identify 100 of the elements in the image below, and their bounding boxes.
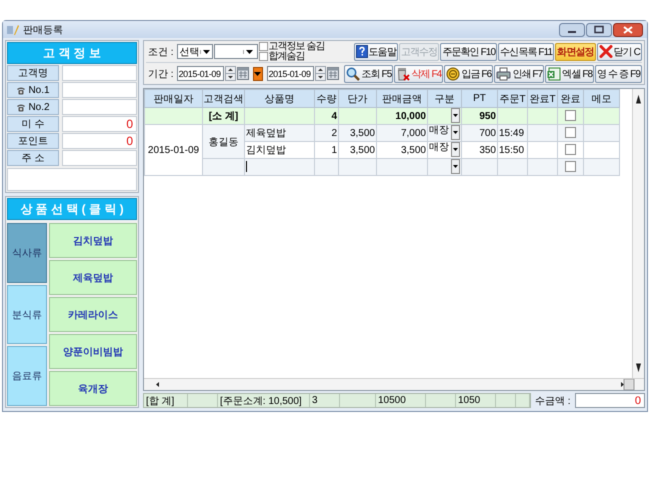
field-label: No.2 — [7, 99, 59, 115]
column-header: 상품명 — [244, 90, 314, 108]
table-cell: 15:49 — [498, 124, 528, 142]
toolbar-button[interactable]: 입금 F6 — [444, 64, 494, 82]
calendar-icon[interactable] — [326, 67, 339, 80]
table-cell: 15:50 — [498, 142, 528, 158]
input-field[interactable] — [62, 99, 137, 115]
product-button[interactable]: 양푼이비빔밥 — [49, 334, 137, 369]
table-cell: 4 — [314, 108, 338, 124]
field-label: 포인트 — [7, 133, 59, 149]
checkbox[interactable] — [258, 42, 268, 51]
product-button[interactable]: 제육덮밥 — [49, 260, 137, 295]
checkbox[interactable] — [258, 52, 268, 61]
table-cell: 2015-01-09 — [144, 124, 202, 176]
memo-field[interactable] — [7, 168, 137, 191]
product-button[interactable]: 카레라이스 — [49, 297, 137, 332]
category-tab[interactable]: 분식류 — [7, 284, 47, 344]
window-title: 판매등록 — [23, 24, 63, 36]
table-cell: 950 — [462, 108, 498, 124]
input-field[interactable] — [62, 150, 137, 166]
period-label: 기간 : — [148, 68, 174, 80]
section-header: 상 품 선 택 ( 클 릭 ) — [7, 198, 137, 220]
column-header: 완료 — [558, 90, 584, 108]
maximize-button[interactable] — [586, 22, 612, 36]
toolbar-button[interactable]: 엑셀 F8 — [545, 64, 594, 82]
input-field[interactable]: 0 — [62, 133, 137, 149]
field-label: 고객명 — [7, 65, 59, 81]
dropdown-button[interactable] — [451, 108, 460, 123]
close-icon — [598, 45, 613, 58]
toolbar-button[interactable]: 삭제 F4 — [394, 64, 444, 82]
checkbox[interactable] — [565, 110, 576, 122]
text-cursor — [246, 161, 247, 172]
trash-icon — [396, 66, 410, 80]
dropdown-button[interactable] — [252, 66, 263, 80]
checkbox[interactable] — [565, 144, 576, 156]
spin-buttons[interactable] — [314, 66, 326, 81]
phone-icon — [16, 86, 26, 94]
input-field[interactable] — [62, 82, 137, 98]
field-label: 주 소 — [7, 150, 59, 166]
phone-icon — [16, 102, 26, 112]
toolbar-button[interactable]: 주문확인 F10 — [440, 42, 498, 60]
toolbar-button[interactable]: 도움말 — [354, 42, 398, 60]
printer-icon — [496, 66, 512, 80]
checkbox-label: 합계숨김 — [268, 52, 305, 62]
calendar-icon[interactable] — [236, 67, 249, 80]
column-header: 메모 — [584, 90, 620, 108]
table-cell: [소 계] — [202, 108, 244, 124]
column-header: 고객검색 — [202, 90, 244, 108]
table-cell: 1 — [314, 142, 338, 158]
column-header: 단가 — [338, 90, 376, 108]
toolbar-button[interactable]: 영 수 증 F9 — [595, 64, 642, 82]
table-cell: 7,000 — [376, 124, 428, 142]
column-header: 주문T — [498, 90, 528, 108]
checkbox[interactable] — [565, 127, 576, 138]
table-cell: 홍길동 — [202, 124, 244, 158]
product-button[interactable]: 육개장 — [49, 371, 137, 406]
total-cell: 1050 — [458, 395, 480, 406]
coin-icon — [446, 66, 460, 80]
condition-label: 조건 : — [148, 46, 174, 58]
column-header: 판매금액 — [376, 90, 428, 108]
table-cell: 3,500 — [376, 142, 428, 158]
search-select[interactable] — [214, 44, 258, 59]
caret-icon — [200, 50, 212, 54]
product-button[interactable]: 김치덮밥 — [49, 223, 137, 258]
field-label: No.1 — [7, 82, 59, 98]
category-tab[interactable]: 음료류 — [7, 346, 47, 406]
dropdown-button[interactable] — [451, 126, 460, 140]
dropdown-button[interactable] — [451, 160, 460, 174]
input-field[interactable]: 0 — [62, 116, 137, 132]
table-cell: 350 — [462, 142, 498, 158]
spreadsheet-icon — [547, 66, 562, 80]
minimize-button[interactable] — [559, 22, 585, 36]
received-label: 수금액 : — [535, 394, 571, 408]
horizontal-scrollbar[interactable] — [144, 378, 644, 390]
table-cell: 매장 — [429, 126, 450, 137]
close-button[interactable] — [613, 22, 643, 36]
category-tab[interactable]: 식사류 — [7, 223, 47, 283]
condition-select[interactable]: 선택 — [176, 44, 213, 59]
vertical-scrollbar[interactable] — [632, 89, 644, 378]
input-field[interactable] — [62, 65, 137, 81]
table-cell: 김치덮밥 — [244, 142, 314, 158]
received-field[interactable]: 0 — [574, 393, 645, 408]
column-header: 판매일자 — [144, 90, 202, 108]
section-header: 고 객 정 보 — [7, 42, 137, 64]
toolbar-button[interactable]: 화면설정 — [555, 42, 596, 60]
column-header: 수량 — [314, 90, 338, 108]
checkbox[interactable] — [565, 161, 576, 172]
table-cell: 700 — [462, 124, 498, 142]
dropdown-button[interactable] — [451, 142, 460, 157]
search-icon — [346, 66, 360, 80]
toolbar-button[interactable]: 수신목록 F11 — [498, 42, 554, 60]
date-field[interactable]: 2015-01-09 — [176, 66, 224, 81]
caret-icon — [242, 50, 255, 54]
toolbar-button[interactable]: 닫기 C — [596, 42, 642, 60]
date-field[interactable]: 2015-01-09 — [266, 66, 314, 81]
spin-buttons[interactable] — [224, 66, 236, 81]
table-cell: 10,000 — [376, 108, 428, 124]
toolbar-button[interactable]: 조회 F5 — [344, 64, 394, 82]
total-cell-text: [주문소계: 10,500] — [220, 394, 302, 408]
toolbar-button[interactable]: 인쇄 F7 — [494, 64, 544, 82]
